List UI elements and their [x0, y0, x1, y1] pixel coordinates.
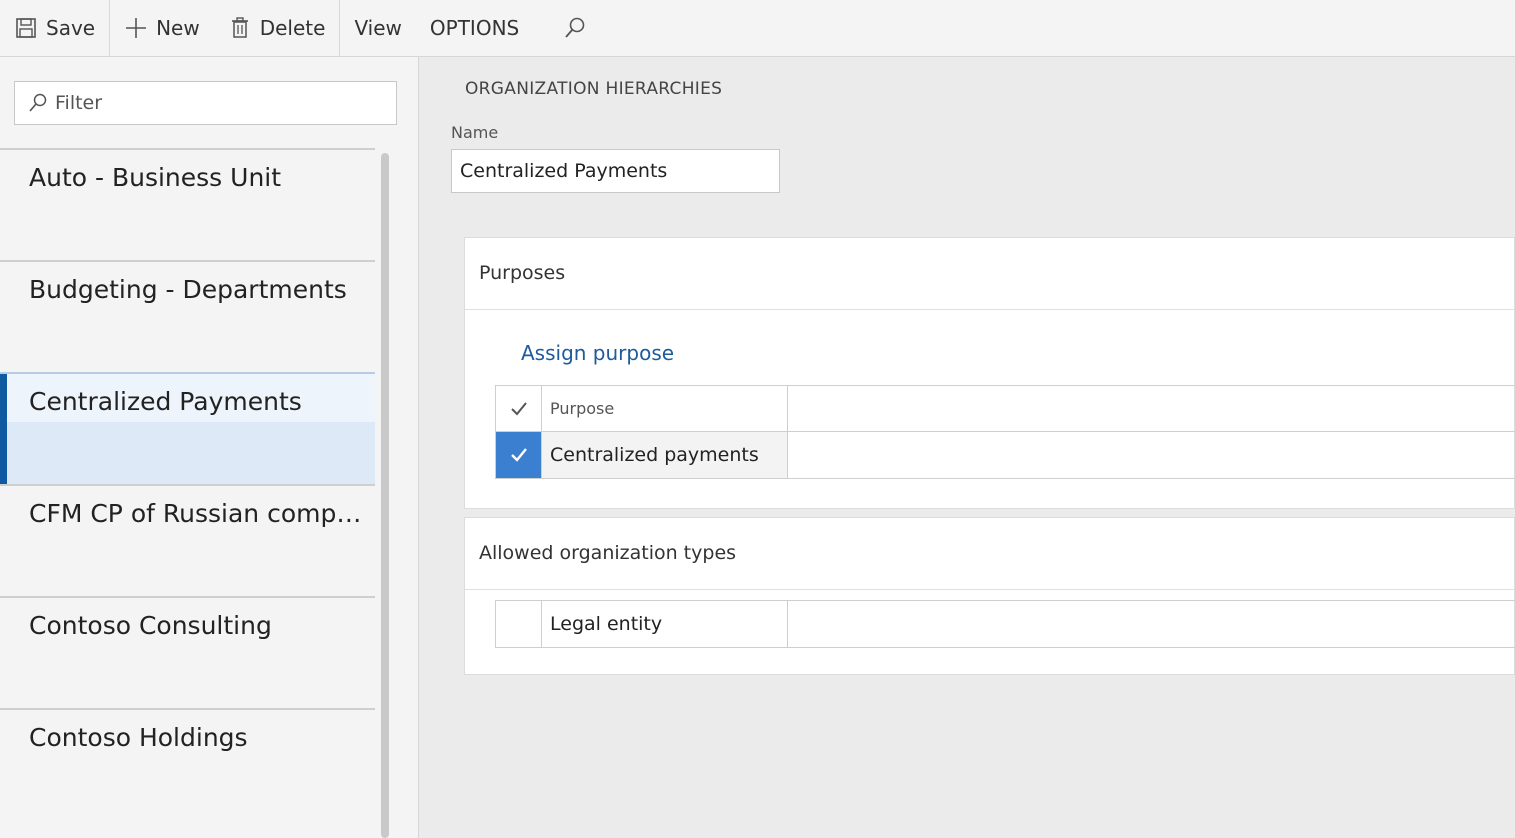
purposes-fasttab: Purposes Assign purpose Purpose Centrali…: [464, 237, 1515, 509]
name-field[interactable]: [451, 149, 780, 193]
details-pane: ORGANIZATION HIERARCHIES Name Purposes A…: [420, 57, 1515, 838]
row-checkbox[interactable]: [496, 432, 542, 478]
save-button[interactable]: Save: [0, 0, 109, 57]
name-field-label: Name: [451, 123, 499, 142]
view-label: View: [354, 16, 402, 40]
search-icon: [563, 16, 587, 40]
list-pane: Auto - Business Unit Budgeting - Departm…: [0, 57, 419, 838]
search-button[interactable]: [533, 0, 609, 57]
action-pane: Save New Delete View OPTIONS: [0, 0, 1515, 57]
page-title: ORGANIZATION HIERARCHIES: [465, 79, 723, 99]
list-item[interactable]: Auto - Business Unit: [0, 148, 375, 260]
select-all-checkbox[interactable]: [496, 386, 542, 431]
save-label: Save: [46, 16, 96, 40]
allowed-types-grid: Legal entity: [495, 600, 1515, 648]
table-row[interactable]: Centralized payments: [496, 432, 1515, 478]
options-tab[interactable]: OPTIONS: [416, 0, 533, 57]
list-item-label: Budgeting - Departments: [29, 275, 347, 304]
row-checkbox[interactable]: [496, 601, 542, 647]
options-label: OPTIONS: [429, 16, 520, 40]
purposes-header[interactable]: Purposes: [465, 238, 1514, 310]
list-item-label: Contoso Holdings: [29, 723, 248, 752]
assign-purpose-button[interactable]: Assign purpose: [521, 341, 674, 365]
list-item[interactable]: Contoso Consulting: [0, 596, 375, 708]
list-item-label: CFM CP of Russian compa...: [29, 499, 375, 528]
view-tab[interactable]: View: [340, 0, 415, 57]
filter-input[interactable]: [55, 92, 385, 114]
delete-label: Delete: [259, 16, 326, 40]
list-item-label: Auto - Business Unit: [29, 163, 282, 192]
allowed-types-header[interactable]: Allowed organization types: [465, 518, 1514, 590]
list-scrollbar[interactable]: [381, 153, 389, 838]
grid-header-row: Purpose: [496, 386, 1515, 432]
filter-box[interactable]: [14, 81, 397, 125]
allowed-organization-types-fasttab: Allowed organization types Legal entity: [464, 517, 1515, 675]
purposes-grid: Purpose Centralized payments: [495, 385, 1515, 479]
list-item-label: Contoso Consulting: [29, 611, 272, 640]
checkmark-icon: [510, 448, 527, 462]
checkmark-icon: [510, 401, 527, 415]
organization-type-cell: Legal entity: [542, 601, 788, 647]
list-item[interactable]: CFM CP of Russian compa...: [0, 484, 375, 596]
purpose-cell: Centralized payments: [542, 432, 788, 478]
search-icon: [27, 92, 49, 114]
table-row[interactable]: Legal entity: [496, 601, 1515, 647]
purpose-column-header[interactable]: Purpose: [542, 386, 788, 431]
save-icon: [14, 16, 38, 40]
new-label: New: [156, 16, 200, 40]
new-button[interactable]: New: [110, 0, 214, 57]
list-item[interactable]: Contoso Holdings: [0, 708, 375, 820]
trash-icon: [228, 16, 252, 40]
delete-button[interactable]: Delete: [214, 0, 340, 57]
list-item-selected[interactable]: Centralized Payments: [0, 372, 375, 484]
list-item-label: Centralized Payments: [29, 387, 302, 416]
plus-icon: [124, 16, 148, 40]
hierarchy-list: Auto - Business Unit Budgeting - Departm…: [0, 148, 375, 820]
list-item[interactable]: Budgeting - Departments: [0, 260, 375, 372]
